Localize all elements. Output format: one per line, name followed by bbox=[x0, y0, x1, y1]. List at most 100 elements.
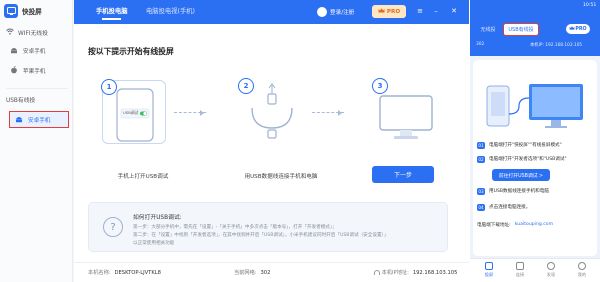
sidebar-heading-wifi: WIFI无线投 bbox=[6, 28, 48, 37]
phone-step-number: 04 bbox=[477, 204, 485, 211]
android-icon bbox=[10, 46, 18, 56]
step-number: 1 bbox=[101, 79, 117, 95]
cast-icon bbox=[485, 262, 493, 270]
apple-icon bbox=[10, 66, 18, 76]
user-icon bbox=[578, 262, 586, 270]
phone-step-number: 03 bbox=[477, 188, 485, 195]
crown-icon bbox=[378, 8, 385, 15]
phone-download-row: 电脑端下载地址: kuaitouping.com bbox=[477, 222, 553, 228]
phone-nav-label: 投屏 bbox=[484, 272, 494, 277]
help-title: 如何打开USB调试: bbox=[133, 215, 182, 221]
phone-pro-badge[interactable]: PRO bbox=[566, 24, 590, 34]
network-value: 302 bbox=[260, 270, 271, 276]
network: 当前网络: 302 bbox=[234, 269, 270, 276]
status-footer: 本机名称: DESKTOP-LJVTKL8 当前网络: 302 本机IP地址: 192… bbox=[74, 262, 469, 282]
step-caption-1: 手机上打开USB调试 bbox=[117, 174, 169, 180]
step-card-1: 1 USB调试 bbox=[101, 79, 166, 144]
sidebar-divider bbox=[6, 88, 68, 89]
step-card-3: 3 bbox=[372, 78, 438, 144]
pc-name-label: 本机名称: bbox=[88, 270, 111, 276]
android-icon bbox=[15, 115, 23, 125]
avatar-icon bbox=[317, 6, 327, 17]
sidebar: 快投屏 WIFI无线投 安卓手机 苹果手机 USB有线投 安卓手机 bbox=[0, 0, 73, 282]
pc-name-value: DESKTOP-LJVTKL8 bbox=[114, 270, 161, 276]
phone-tab-wireless[interactable]: 无线投 bbox=[474, 23, 502, 36]
phone-step-row: 02 电脑端打开"开发者选项"和"USB调试" bbox=[477, 156, 567, 163]
sidebar-heading-usb-label: USB有线投 bbox=[6, 98, 36, 104]
step-card-2: 2 bbox=[238, 78, 304, 144]
help-line: 第二步：在「设置」中找到「开发者选项」，在其中找到并开启「USB调试」，小米手机… bbox=[133, 233, 389, 238]
steps-illustration: 1 USB调试 2 3 bbox=[101, 78, 442, 144]
ip-value: 192.168.103.105 bbox=[412, 270, 458, 276]
discover-icon bbox=[547, 262, 555, 270]
login-link[interactable]: 登录/注册 bbox=[330, 8, 354, 16]
pc-name: 本机名称: DESKTOP-LJVTKL8 bbox=[88, 269, 161, 276]
phone-nav-discover[interactable]: 发现 bbox=[536, 262, 566, 278]
usb-debug-toggle-label: USB调试 bbox=[123, 110, 139, 115]
phone-step-row: 03 用USB数据线连接手机和电脑 bbox=[477, 188, 549, 195]
ip-address: 本机IP地址: 192.168.103.105 bbox=[370, 269, 457, 276]
phone-nav-connect[interactable]: 连接 bbox=[505, 262, 535, 278]
help-line: 第一步：大部分手机中，需先在「设置」-「关于手机」中多次点击「版本号」，打开「开… bbox=[133, 225, 337, 230]
tab-pc-to-tv[interactable]: 电脑投电视(手机) bbox=[146, 6, 195, 15]
pro-badge[interactable]: PRO bbox=[372, 5, 406, 18]
help-line: 以正常使用相关功能 bbox=[133, 241, 175, 246]
menu-icon[interactable]: ≡ bbox=[414, 5, 426, 17]
sidebar-item-usb-android[interactable]: 安卓手机 bbox=[9, 111, 69, 128]
wifi-icon bbox=[374, 270, 380, 275]
phone-to-pc-illustration bbox=[486, 84, 583, 128]
phone-nav-label: 我的 bbox=[577, 272, 587, 277]
phone-status-time: 10:51 bbox=[583, 3, 597, 8]
step-number: 3 bbox=[372, 78, 388, 94]
phone-pro-label: PRO bbox=[575, 26, 587, 32]
connect-icon bbox=[516, 262, 524, 270]
wifi-icon bbox=[6, 28, 14, 37]
top-bar: 手机投电脑 电脑投电视(手机) 登录/注册 PRO ≡ – ✕ bbox=[74, 0, 469, 24]
sidebar-item-label: 苹果手机 bbox=[23, 69, 46, 75]
app-logo-icon bbox=[4, 4, 18, 18]
minimize-icon[interactable]: – bbox=[430, 5, 442, 17]
phone-header: 10:51 无线投 USB有线投 PRO 302 本机IP: 192.168.1… bbox=[470, 0, 600, 56]
phone-network: 302 bbox=[476, 42, 485, 47]
phone-tab-usb[interactable]: USB有线投 bbox=[503, 23, 539, 36]
next-step-button[interactable]: 下一步 bbox=[372, 166, 434, 183]
sidebar-item-label: 安卓手机 bbox=[23, 49, 46, 55]
phone-nav-cast[interactable]: 投屏 bbox=[474, 262, 504, 278]
close-icon[interactable]: ✕ bbox=[448, 5, 460, 17]
phone-step-text: 用USB数据线连接手机和电脑 bbox=[489, 189, 549, 194]
ip-label: 本机IP地址: bbox=[381, 270, 409, 276]
phone-step-number: 02 bbox=[477, 156, 485, 163]
sidebar-item-wifi-android[interactable]: 安卓手机 bbox=[10, 46, 45, 56]
step-caption-2: 用USB数据线连接手机和电脑 bbox=[244, 174, 318, 180]
phone-nav-me[interactable]: 我的 bbox=[567, 262, 597, 278]
phone-bottom-nav: 投屏 连接 发现 我的 bbox=[470, 258, 600, 282]
phone-nav-label: 发现 bbox=[546, 272, 556, 277]
phone-step-number: 01 bbox=[477, 142, 485, 149]
phone-download-link[interactable]: kuaitouping.com bbox=[515, 222, 553, 227]
sidebar-item-wifi-iphone[interactable]: 苹果手机 bbox=[10, 66, 45, 76]
login-area[interactable]: 登录/注册 bbox=[317, 5, 354, 18]
phone-ip: 本机IP: 192.168.103.105 bbox=[530, 43, 583, 48]
sidebar-heading-wifi-label: WIFI无线投 bbox=[18, 31, 48, 37]
app-name: 快投屏 bbox=[22, 8, 42, 16]
phone-step-row: 01 电脑端打开"快投屏""有线投屏模式" bbox=[477, 142, 562, 149]
phone-step-row: 04 点击连接电脑连接。 bbox=[477, 204, 530, 211]
main-panel: 按以下提示开始有线投屏 1 USB调试 2 3 手机上打开USB调试 用USB数… bbox=[74, 24, 469, 282]
page-title: 按以下提示开始有线投屏 bbox=[88, 47, 174, 56]
phone-nav-label: 连接 bbox=[515, 272, 525, 277]
network-label: 当前网络: bbox=[234, 270, 257, 276]
question-icon: ? bbox=[103, 217, 123, 237]
step-number: 2 bbox=[238, 78, 254, 94]
phone-download-label: 电脑端下载地址: bbox=[477, 223, 511, 228]
phone-step-text: 点击连接电脑连接。 bbox=[489, 205, 531, 210]
phone-step-text: 电脑端打开"快投屏""有线投屏模式" bbox=[489, 143, 562, 148]
phone-step-text: 电脑端打开"开发者选项"和"USB调试" bbox=[489, 157, 567, 162]
sidebar-item-label: 安卓手机 bbox=[28, 117, 51, 124]
pro-badge-label: PRO bbox=[386, 8, 401, 15]
desktop-app-window: 快投屏 WIFI无线投 安卓手机 苹果手机 USB有线投 安卓手机 手机投电脑 … bbox=[0, 0, 469, 282]
tab-phone-to-pc[interactable]: 手机投电脑 bbox=[96, 6, 127, 20]
sidebar-heading-usb: USB有线投 bbox=[6, 95, 35, 104]
phone-open-usb-button[interactable]: 前往打开USB调试 > bbox=[492, 169, 550, 181]
step-arrow bbox=[312, 110, 344, 116]
phone-content-card: 01 电脑端打开"快投屏""有线投屏模式" 02 电脑端打开"开发者选项"和"U… bbox=[473, 60, 597, 256]
